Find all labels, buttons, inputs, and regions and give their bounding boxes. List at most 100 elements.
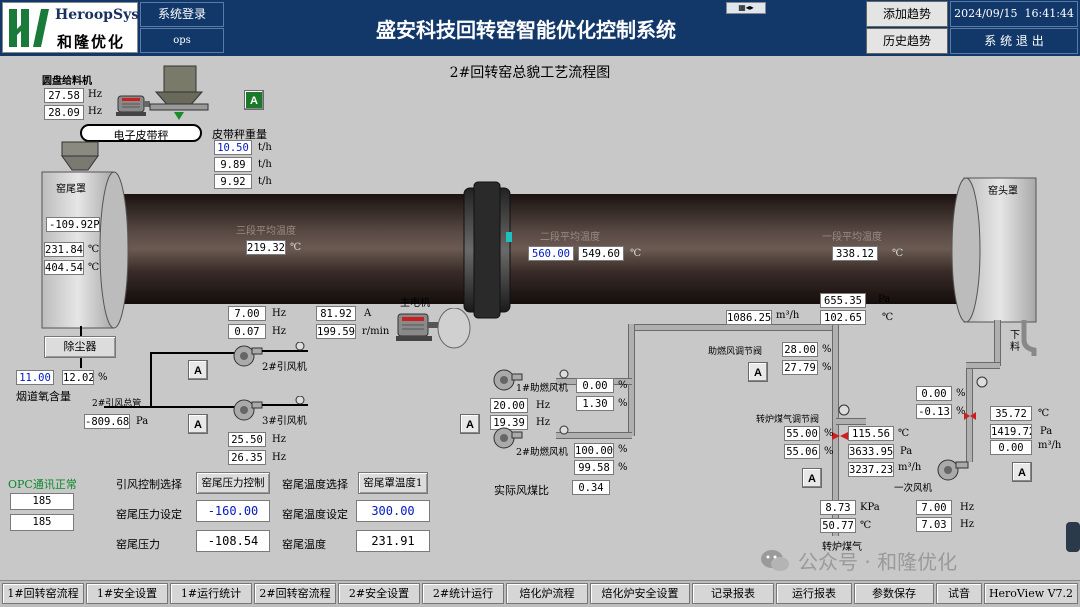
zone2-unit: ℃ <box>630 248 642 259</box>
window-control-icon[interactable]: ▦◂▸ <box>726 2 766 14</box>
primary-auto-button[interactable]: A <box>1012 462 1032 482</box>
air-valve-auto-button[interactable]: A <box>748 362 768 382</box>
time-text: 16:41:44 <box>1024 7 1074 20</box>
o2-unit: % <box>98 372 108 383</box>
nav-kiln1-stats[interactable]: 1#运行统计 <box>170 583 252 604</box>
motor-current: 81.92 <box>316 306 356 321</box>
nav-sound-test[interactable]: 试音 <box>936 583 982 604</box>
nav-kiln2-flow[interactable]: 2#回转窑流程 <box>254 583 336 604</box>
fan-main-line-h1 <box>150 352 240 354</box>
primary-valve-fb: -0.13 <box>916 404 952 419</box>
nav-roaster-flow[interactable]: 焙化炉流程 <box>506 583 588 604</box>
kiln-head-pipe-v <box>994 320 1001 366</box>
discharge-label: 下料 <box>1010 330 1020 353</box>
t-set-value[interactable]: 300.00 <box>356 500 430 522</box>
tail-pressure-num: -109.92 <box>49 219 94 231</box>
air-pipe-top <box>628 324 832 331</box>
tail-temp-2-unit: ℃ <box>88 262 100 273</box>
main-pipe-label: 2#引风总管 <box>92 399 142 409</box>
air-temp-top: 102.65 <box>820 310 866 325</box>
t-label: 窑尾温度 <box>282 538 326 551</box>
motor-hz-1: 7.00 <box>228 306 266 321</box>
zone1-unit: ℃ <box>892 248 904 259</box>
opc-status: OPC通讯正常 <box>8 478 77 491</box>
motor-rpm: 199.59 <box>316 324 356 339</box>
fan-3-label: 3#引风机 <box>262 416 307 427</box>
logo-text: HeroopSys <box>55 7 140 23</box>
motor-hz-2: 0.07 <box>228 324 266 339</box>
gas-flow-unit: m³/h <box>898 462 922 473</box>
feeder-hz2-unit: Hz <box>88 106 102 117</box>
exit-button[interactable]: 系 统 退 出 <box>950 28 1078 54</box>
ratio-value: 0.34 <box>572 480 610 495</box>
fan-2-label: 2#引风机 <box>262 362 307 373</box>
nav-version[interactable]: HeroView V7.2 <box>984 583 1078 604</box>
belt-weight-1[interactable]: 10.50 <box>214 140 252 155</box>
comb-fan-1-hz1-unit: Hz <box>536 400 550 411</box>
logo-mark-icon <box>9 9 49 47</box>
feeder-auto-button[interactable]: A <box>244 90 264 110</box>
tail-temp-1-unit: ℃ <box>88 244 100 255</box>
comb-fan-auto-button[interactable]: A <box>460 414 480 434</box>
gas-valve-label: 转炉煤气调节阀 <box>756 415 820 425</box>
temp-sel-button[interactable]: 窑尾罩温度1 <box>358 472 428 494</box>
o2-setpoint[interactable]: 11.00 <box>16 370 54 385</box>
primary-fan-icon <box>937 459 969 481</box>
watermark-text: 公众号 · 和隆优化 <box>798 550 958 574</box>
fan-3-auto-button[interactable]: A <box>188 414 208 434</box>
t-value: 231.91 <box>356 530 430 552</box>
nav-record-report[interactable]: 记录报表 <box>692 583 774 604</box>
history-trend-button[interactable]: 历史趋势 <box>866 28 948 54</box>
feeder-title: 圆盘给料机 <box>42 76 92 87</box>
comb-fan-2-label: 2#助燃风机 <box>516 447 569 458</box>
nav-roaster-safety[interactable]: 焙化炉安全设置 <box>590 583 690 604</box>
login-button[interactable]: 系统登录 <box>140 2 224 27</box>
nav-param-save[interactable]: 参数保存 <box>854 583 934 604</box>
gas-valve-fb: 55.06 <box>784 444 820 459</box>
opc-value-2: 185 <box>10 514 74 531</box>
motor-hz-2-unit: Hz <box>272 326 286 337</box>
p-set-value[interactable]: -160.00 <box>196 500 270 522</box>
gas-valve-auto-button[interactable]: A <box>802 468 822 488</box>
t-set-label: 窑尾温度设定 <box>282 508 348 521</box>
primary-valve-set[interactable]: 0.00 <box>916 386 952 401</box>
nav-kiln1-safety[interactable]: 1#安全设置 <box>86 583 168 604</box>
comb-fan-1-pct2: 1.30 <box>576 396 614 411</box>
primary-hz-2-unit: Hz <box>960 519 974 530</box>
dust-collector[interactable]: 除尘器 <box>44 336 116 358</box>
gas-temp: 115.56 <box>848 426 894 441</box>
gas-flow: 3237.23 <box>848 462 894 477</box>
zone2-value: 549.60 <box>578 246 624 261</box>
gas-pressure-unit: Pa <box>900 446 913 457</box>
fan-main-line-h2 <box>150 406 240 408</box>
gas-valve-set[interactable]: 55.00 <box>784 426 820 441</box>
fan-2-auto-button[interactable]: A <box>188 360 208 380</box>
gas-valve-fb-unit: % <box>824 446 834 457</box>
gas-kpa-unit: KPa <box>860 502 880 513</box>
air-valve-fb: 27.79 <box>782 360 818 375</box>
primary-fan-label: 一次风机 <box>894 483 933 494</box>
add-trend-button[interactable]: 添加趋势 <box>866 1 948 27</box>
feeder-hz2: 28.09 <box>44 105 84 120</box>
o2-label: 烟道氧含量 <box>16 390 71 403</box>
primary-valve-icon[interactable] <box>962 376 990 426</box>
motor-hz-1-unit: Hz <box>272 308 286 319</box>
air-valve-set[interactable]: 28.00 <box>782 342 818 357</box>
zone2-setpoint[interactable]: 560.00 <box>528 246 574 261</box>
nav-run-report[interactable]: 运行报表 <box>776 583 852 604</box>
nav-kiln1-flow[interactable]: 1#回转窑流程 <box>2 583 84 604</box>
p-label: 窑尾压力 <box>116 538 160 551</box>
tail-temp-1: 231.84 <box>44 242 84 257</box>
zone3-label: 三段平均温度 <box>236 226 296 237</box>
nav-kiln2-stats[interactable]: 2#统计运行 <box>422 583 504 604</box>
feeder-hopper-icon <box>149 65 209 120</box>
page-title: 2#回转窑总貌工艺流程图 <box>449 65 611 81</box>
primary-hz-2: 7.03 <box>916 517 952 532</box>
fan-ctrl-button[interactable]: 窑尾压力控制 <box>196 472 270 494</box>
tail-temp-2: 404.54 <box>44 260 84 275</box>
side-scroll-handle[interactable] <box>1066 522 1080 552</box>
user-field: ops <box>140 28 224 53</box>
comb-fan-1-pct1: 0.00 <box>576 378 614 393</box>
air-flow-top-unit: m³/h <box>776 310 800 321</box>
nav-kiln2-safety[interactable]: 2#安全设置 <box>338 583 420 604</box>
